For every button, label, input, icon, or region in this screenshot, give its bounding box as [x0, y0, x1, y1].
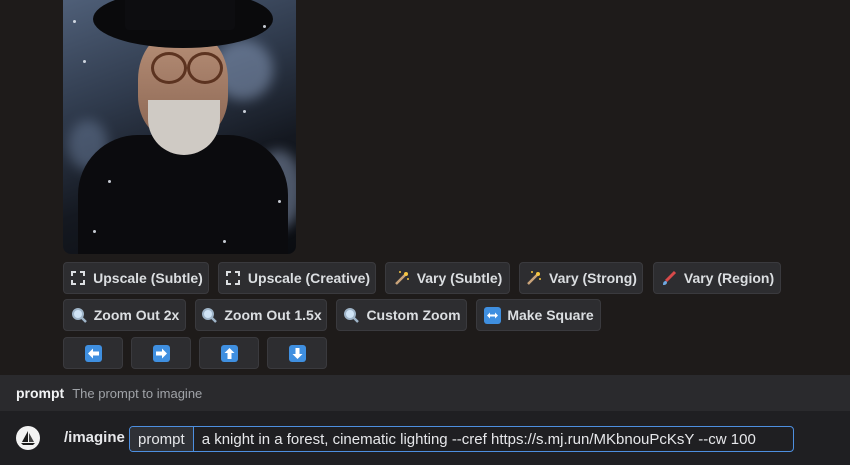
pan-up-button[interactable]	[199, 337, 259, 369]
zoom-out-2x-button[interactable]: Zoom Out 2x	[63, 299, 186, 331]
arrow-left-icon	[84, 344, 102, 362]
glasses-lens	[187, 52, 223, 84]
vary-strong-button[interactable]: Vary (Strong)	[519, 262, 643, 294]
button-label: Zoom Out 1.5x	[224, 307, 322, 323]
generated-image[interactable]	[63, 0, 296, 254]
button-label: Upscale (Creative)	[247, 270, 371, 286]
left-right-arrow-icon	[483, 306, 501, 324]
snowflake	[243, 110, 246, 113]
hat-crown	[125, 0, 235, 30]
button-label: Vary (Subtle)	[416, 270, 503, 286]
magnifier-icon	[200, 306, 218, 324]
upscale-subtle-button[interactable]: Upscale (Subtle)	[63, 262, 209, 294]
snowflake	[73, 20, 76, 23]
snowflake	[263, 25, 266, 28]
button-label: Vary (Region)	[683, 270, 775, 286]
button-label: Upscale (Subtle)	[93, 270, 203, 286]
magnifier-icon	[70, 306, 88, 324]
magic-wand-icon	[393, 269, 411, 287]
glasses-lens	[151, 52, 187, 84]
magic-wand-icon	[525, 269, 543, 287]
arrow-down-icon	[288, 344, 306, 362]
button-label: Make Square	[507, 307, 594, 323]
button-label: Vary (Strong)	[549, 270, 637, 286]
option-hint-bar[interactable]: prompt The prompt to imagine	[0, 375, 850, 411]
paintbrush-icon	[660, 269, 678, 287]
prompt-option-field[interactable]: prompt a knight in a forest, cinematic l…	[129, 426, 794, 452]
vary-region-button[interactable]: Vary (Region)	[653, 262, 781, 294]
custom-zoom-button[interactable]: Custom Zoom	[336, 299, 467, 331]
pan-down-button[interactable]	[267, 337, 327, 369]
make-square-button[interactable]: Make Square	[476, 299, 601, 331]
snowflake	[278, 200, 281, 203]
pan-left-button[interactable]	[63, 337, 123, 369]
upscale-creative-button[interactable]: Upscale (Creative)	[218, 262, 376, 294]
vary-subtle-button[interactable]: Vary (Subtle)	[385, 262, 510, 294]
snowflake	[223, 240, 226, 243]
sailboat-icon	[21, 431, 35, 445]
snowflake	[83, 60, 86, 63]
expand-icon	[69, 269, 87, 287]
option-tag: prompt	[130, 427, 194, 451]
pan-right-button[interactable]	[131, 337, 191, 369]
option-description: The prompt to imagine	[72, 385, 203, 401]
message-input-bar: /imagine prompt a knight in a forest, ci…	[0, 411, 850, 465]
magnifier-icon	[342, 306, 360, 324]
option-name: prompt	[16, 385, 65, 401]
button-label: Custom Zoom	[366, 307, 461, 323]
prompt-input[interactable]: a knight in a forest, cinematic lighting…	[194, 427, 756, 451]
expand-icon	[224, 269, 242, 287]
snowflake	[108, 180, 111, 183]
slash-command: /imagine	[64, 429, 125, 446]
arrow-right-icon	[152, 344, 170, 362]
zoom-out-1.5x-button[interactable]: Zoom Out 1.5x	[195, 299, 327, 331]
snowflake	[93, 230, 96, 233]
button-label: Zoom Out 2x	[93, 307, 180, 323]
bot-avatar	[16, 426, 40, 450]
arrow-up-icon	[220, 344, 238, 362]
